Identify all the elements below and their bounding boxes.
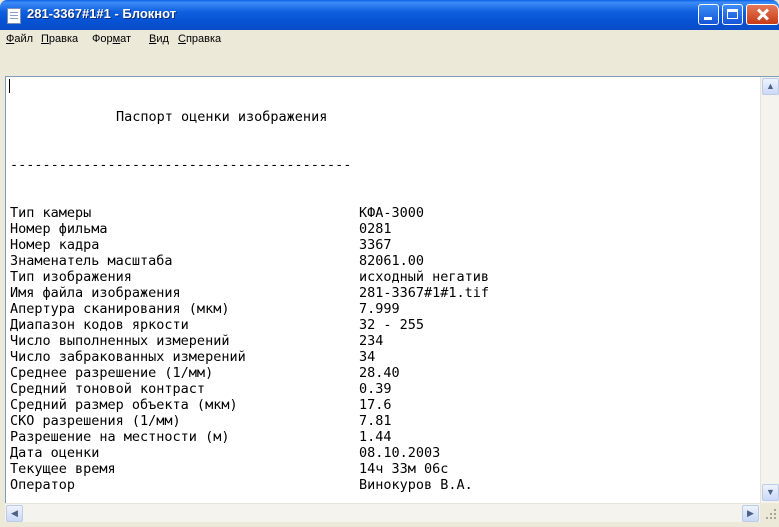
notepad-window: 281-3367#1#1 - Блокнот Файл Правка Форма… [0, 0, 779, 527]
field-value: 08.10.2003 [359, 445, 441, 461]
field-value: 0281 [359, 221, 392, 237]
field-row: Номер кадра 3367 [10, 237, 750, 253]
field-value: 1.44 [359, 429, 392, 445]
field-value: 28.40 [359, 365, 400, 381]
field-label: Тип камеры [10, 205, 92, 221]
separator-line: ----------------------------------------… [10, 157, 352, 173]
field-row: Диапазон кодов яркости 32 - 255 [10, 317, 750, 333]
field-row: Текущее время 14ч 33м 06с [10, 461, 750, 477]
field-value: 3367 [359, 237, 392, 253]
field-row: Число выполненных измерений 234 [10, 333, 750, 349]
field-row: Знаменатель масштаба 82061.00 [10, 253, 750, 269]
field-row: Средний размер объекта (мкм) 17.6 [10, 397, 750, 413]
menu-bar: Файл Правка Формат Вид Справка [0, 30, 779, 50]
field-row: Число забракованных измерений 34 [10, 349, 750, 365]
field-label: Апертура сканирования (мкм) [10, 301, 230, 317]
field-value: исходный негатив [359, 269, 490, 285]
window-bottom-edge [0, 522, 779, 527]
menu-file[interactable]: Файл [6, 33, 33, 45]
scroll-down-arrow-icon[interactable]: ▼ [762, 484, 779, 501]
field-label: Номер фильма [10, 221, 108, 237]
vertical-scrollbar[interactable]: ▲ ▼ [760, 77, 779, 503]
field-row: Апертура сканирования (мкм) 7.999 [10, 301, 750, 317]
field-row: СКО разрешения (1/мм) 7.81 [10, 413, 750, 429]
field-row: Разрешение на местности (м) 1.44 [10, 429, 750, 445]
menu-format[interactable]: Формат [92, 33, 131, 45]
field-value: 0.39 [359, 381, 392, 397]
field-label: Среднее разрешение (1/мм) [10, 365, 214, 381]
field-value: 17.6 [359, 397, 392, 413]
field-label: СКО разрешения (1/мм) [10, 413, 181, 429]
field-value: 7.999 [359, 301, 400, 317]
horizontal-scrollbar[interactable]: ◀ ▶ [5, 503, 761, 523]
close-button[interactable] [746, 4, 779, 25]
notepad-icon[interactable] [7, 8, 21, 24]
menu-help[interactable]: Справка [178, 33, 221, 45]
field-label: Средний тоновой контраст [10, 381, 206, 397]
field-row: Оператор Винокуров В.А. [10, 477, 750, 493]
minimize-button[interactable] [698, 4, 719, 25]
menu-edit[interactable]: Правка [41, 33, 78, 45]
field-row: Дата оценки 08.10.2003 [10, 445, 750, 461]
resize-grip-icon[interactable] [760, 503, 779, 522]
field-value: 14ч 33м 06с [359, 461, 449, 477]
field-label: Знаменатель масштаба [10, 253, 173, 269]
field-label: Номер кадра [10, 237, 100, 253]
field-label: Средний размер объекта (мкм) [10, 397, 238, 413]
field-label: Текущее время [10, 461, 116, 477]
field-row: Номер фильма 0281 [10, 221, 750, 237]
field-list: Тип камеры КФА-3000 Номер фильма 0281 Номер … [10, 205, 750, 493]
field-value: 281-3367#1#1.tif [359, 285, 490, 301]
field-row: Имя файла изображения 281-3367#1#1.tif [10, 285, 750, 301]
window-title: 281-3367#1#1 - Блокнот [27, 6, 177, 21]
field-label: Оператор [10, 477, 76, 493]
field-value: КФА-3000 [359, 205, 425, 221]
title-bar[interactable]: 281-3367#1#1 - Блокнот [0, 0, 779, 30]
field-value: 7.81 [359, 413, 392, 429]
field-label: Имя файла изображения [10, 285, 181, 301]
field-label: Число выполненных измерений [10, 333, 230, 349]
field-label: Разрешение на местности (м) [10, 429, 230, 445]
document-heading: Паспорт оценки изображения [116, 109, 328, 125]
field-value: 82061.00 [359, 253, 425, 269]
field-row: Средний тоновой контраст 0.39 [10, 381, 750, 397]
scroll-left-arrow-icon[interactable]: ◀ [6, 505, 23, 522]
field-row: Тип изображения исходный негатив [10, 269, 750, 285]
maximize-button[interactable] [722, 4, 743, 25]
field-row: Среднее разрешение (1/мм) 28.40 [10, 365, 750, 381]
field-value: Винокуров В.А. [359, 477, 473, 493]
document-text[interactable]: Паспорт оценки изображения -------------… [10, 77, 750, 502]
field-label: Диапазон кодов яркости [10, 317, 189, 333]
field-label: Число забракованных измерений [10, 349, 246, 365]
scroll-right-arrow-icon[interactable]: ▶ [742, 505, 759, 522]
field-label: Тип изображения [10, 269, 132, 285]
field-label: Дата оценки [10, 445, 100, 461]
field-value: 32 - 255 [359, 317, 425, 333]
field-value: 34 [359, 349, 376, 365]
menu-view[interactable]: Вид [149, 33, 169, 45]
field-value: 234 [359, 333, 384, 349]
field-row: Тип камеры КФА-3000 [10, 205, 750, 221]
scroll-up-arrow-icon[interactable]: ▲ [762, 78, 779, 95]
